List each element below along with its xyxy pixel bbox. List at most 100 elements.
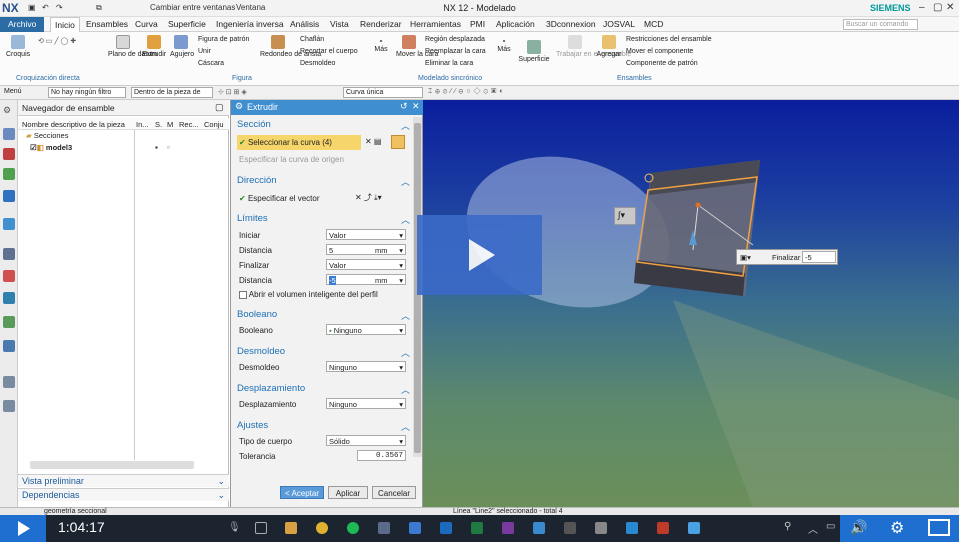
draft-dropdown[interactable]: Ninguno ▾: [326, 361, 406, 372]
assembly-navigator-icon[interactable]: [3, 148, 15, 160]
checkbox-icon[interactable]: ☑: [30, 143, 37, 152]
horizontal-scrollbar[interactable]: [30, 461, 194, 469]
tab-vista[interactable]: Vista: [330, 19, 349, 29]
scope-dropdown[interactable]: Dentro de la pieza de: [131, 87, 213, 98]
part-navigator-icon[interactable]: [3, 128, 15, 140]
delete-face-button[interactable]: Eliminar la cara: [425, 60, 473, 67]
player-play-button[interactable]: [0, 515, 46, 542]
app-icon-3[interactable]: [688, 522, 700, 534]
maximize-icon[interactable]: ▢: [933, 2, 942, 13]
edge-blend-button[interactable]: Redondeo de arista: [260, 35, 321, 58]
restore-icon[interactable]: ▢: [215, 102, 224, 113]
calculator-icon[interactable]: [595, 522, 607, 534]
close-icon[interactable]: ✕: [946, 2, 954, 13]
offset-dropdown[interactable]: Ninguno ▾: [326, 398, 406, 409]
more-features-button[interactable]: ⬩ Más: [372, 38, 390, 53]
tray-chevron-icon[interactable]: ︿: [808, 521, 818, 536]
spotify-icon[interactable]: [347, 522, 359, 534]
tab-aplicacion[interactable]: Aplicación: [496, 19, 535, 29]
section-booleano[interactable]: Booleano ︿: [231, 309, 412, 323]
tab-ensambles[interactable]: Ensambles: [86, 19, 128, 29]
section-ajustes[interactable]: Ajustes ︿: [231, 420, 412, 434]
web-browser-icon[interactable]: [3, 218, 15, 230]
tree-item-secciones[interactable]: ▰ Secciones: [26, 131, 68, 140]
move-face-button[interactable]: Mover la cara: [396, 35, 438, 58]
app-icon-2[interactable]: [564, 522, 576, 534]
offset-region-button[interactable]: Región desplazada: [425, 36, 485, 43]
end-dropdown[interactable]: Valor ▾: [326, 259, 406, 270]
tab-curva[interactable]: Curva: [135, 19, 158, 29]
roles-icon[interactable]: [3, 292, 15, 304]
pattern-feature-button[interactable]: Figura de patrón: [198, 36, 249, 43]
shell-button[interactable]: Cáscara: [198, 60, 224, 67]
gear-icon[interactable]: ⚙: [890, 518, 904, 538]
volume-icon[interactable]: 🔊: [850, 519, 867, 536]
body-type-dropdown[interactable]: Sólido ▾: [326, 435, 406, 446]
move-component-button[interactable]: Mover el componente: [626, 48, 693, 55]
croquis-button[interactable]: Croquis: [6, 35, 30, 58]
onenote-icon[interactable]: [502, 522, 514, 534]
palette-icon[interactable]: [3, 270, 15, 282]
history-icon[interactable]: [3, 248, 15, 260]
menu-button[interactable]: Menú: [4, 88, 22, 95]
curve-rule-popup[interactable]: ∫▾: [614, 207, 636, 225]
edge-icon[interactable]: [626, 522, 638, 534]
settings-icon[interactable]: ⚙: [3, 105, 15, 117]
column-name[interactable]: Nombre descriptivo de la pieza: [22, 120, 125, 129]
column-s[interactable]: S.: [155, 120, 162, 129]
trim-body-button[interactable]: Recortar el cuerpo: [300, 48, 358, 55]
snap-point-icons[interactable]: ⌶⊕⊘⁄∕⊖○◇⊙▣◐: [428, 88, 507, 96]
tab-superficie[interactable]: Superficie: [168, 19, 206, 29]
section-limites[interactable]: Límites ︿: [231, 213, 412, 227]
curve-tools-icons[interactable]: ✕ ▤: [365, 137, 381, 146]
chrome-icon[interactable]: [316, 522, 328, 534]
network-icon[interactable]: ▭: [826, 521, 835, 532]
boolean-dropdown[interactable]: ⬩ Ninguno ▾: [326, 324, 406, 335]
surface-button[interactable]: Superficie: [518, 40, 550, 63]
gear-icon[interactable]: ⚙: [235, 101, 243, 112]
end-distance-screen-input[interactable]: ▣▾ Finalizar -5: [736, 249, 838, 265]
reuse-library-icon[interactable]: [3, 190, 15, 202]
start-distance-input[interactable]: 5 mm ▾: [326, 244, 406, 255]
sketch-tools-icons[interactable]: ⟲ ▭ ╱ ◯ ✚: [38, 37, 76, 45]
open-profile-checkbox[interactable]: Abrir el volumen inteligente del perfil: [239, 290, 378, 299]
column-m[interactable]: M: [167, 120, 173, 129]
draft-button[interactable]: Desmoldeo: [300, 60, 335, 67]
snap-icons[interactable]: ⊹ ⊡ ⊞ ◈: [218, 88, 247, 96]
minimize-icon[interactable]: –: [919, 2, 925, 13]
vector-row[interactable]: ✔ Especificar el vector: [239, 194, 320, 203]
excel-icon[interactable]: [471, 522, 483, 534]
system-materials-icon[interactable]: [3, 316, 15, 328]
type-filter-dropdown[interactable]: No hay ningún filtro: [48, 87, 126, 98]
column-conju[interactable]: Conju: [204, 120, 224, 129]
curve-rule-dropdown[interactable]: Curva única: [343, 87, 423, 98]
vector-tools-icons[interactable]: ✕ ⤴ ⤓▾: [355, 192, 382, 203]
origin-curve-row[interactable]: Especificar la curva de origen: [239, 155, 344, 164]
column-rec[interactable]: Rec...: [179, 120, 199, 129]
graphics-viewport[interactable]: ∫▾ ▣▾ Finalizar -5: [417, 100, 959, 507]
app-icon[interactable]: [378, 522, 390, 534]
dependencies-panel-header[interactable]: Dependencias ⌄: [18, 488, 229, 501]
tab-3dconnexion[interactable]: 3Dconnexion: [546, 19, 596, 29]
column-in[interactable]: In...: [136, 120, 149, 129]
apply-button[interactable]: Aplicar: [328, 486, 368, 499]
ok-button[interactable]: < Aceptar >: [280, 486, 324, 507]
powerpoint-icon[interactable]: [657, 522, 669, 534]
extrude-button[interactable]: Extrudir: [142, 35, 166, 58]
tab-archivo[interactable]: Archivo: [0, 17, 44, 32]
tree-item-model3[interactable]: ☑◧ model3: [30, 143, 72, 152]
file-explorer-icon[interactable]: [285, 522, 297, 534]
chamfer-button[interactable]: Chaflán: [300, 36, 324, 43]
manufacturing-wizard-icon[interactable]: [3, 376, 15, 388]
command-search-input[interactable]: Buscar un comando: [843, 19, 918, 30]
section-direccion[interactable]: Dirección ︿: [231, 175, 412, 189]
close-icon[interactable]: ✕: [412, 101, 420, 112]
add-component-button[interactable]: Agregar: [596, 35, 622, 58]
task-view-icon[interactable]: [255, 522, 267, 534]
reset-icon[interactable]: ↺: [400, 101, 408, 112]
tolerance-input[interactable]: 0.3567: [357, 450, 406, 461]
checkbox-icon[interactable]: [239, 290, 247, 299]
tab-analisis[interactable]: Análisis: [290, 19, 319, 29]
process-studio-icon[interactable]: [3, 340, 15, 352]
replace-face-button[interactable]: Reemplazar la cara: [425, 48, 486, 55]
